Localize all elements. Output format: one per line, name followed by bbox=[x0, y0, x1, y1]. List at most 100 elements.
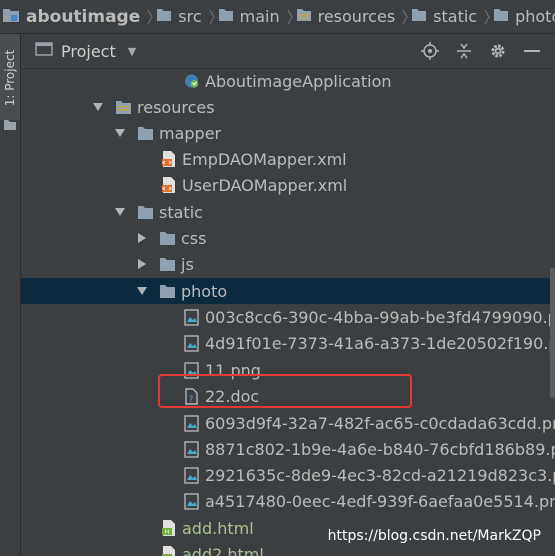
image-file-icon bbox=[183, 334, 200, 352]
image-file-icon bbox=[183, 361, 200, 379]
svg-text:?: ? bbox=[189, 395, 194, 405]
tree-item-image-file[interactable]: 003c8cc6-390c-4bba-99ab-be3fd4799090.png bbox=[21, 304, 555, 330]
breadcrumb-separator-icon bbox=[286, 0, 294, 33]
tree-item-image-file[interactable]: 2921635c-8de9-4ec3-82cd-a21219d823c3.png bbox=[21, 462, 555, 488]
image-file-icon bbox=[183, 466, 200, 484]
tree-item-image-file[interactable]: a4517480-0eec-4edf-939f-6aefaa0e5514.png bbox=[21, 488, 555, 514]
collapse-all-button[interactable] bbox=[453, 40, 475, 62]
collapsed-arrow-icon[interactable] bbox=[137, 233, 147, 243]
folder-icon bbox=[493, 7, 509, 26]
tree-item-label: static bbox=[159, 202, 203, 222]
tree-item-image-file[interactable]: 8871c802-1b9e-4a6e-b840-76cbfd186b89.png bbox=[21, 436, 555, 462]
tree-item-image-file[interactable]: 6093d9f4-32a7-482f-ac65-c0cdada63cdd.png bbox=[21, 410, 555, 436]
panel-title: Project bbox=[61, 41, 116, 61]
folder-icon bbox=[218, 7, 234, 26]
breadcrumb-item-photo[interactable]: photo bbox=[491, 0, 555, 33]
tree-item-userdaomapper-xml[interactable]: UserDAOMapper.xml bbox=[21, 172, 555, 198]
tree-item-label: mapper bbox=[159, 123, 222, 143]
tree-item-static[interactable]: static bbox=[21, 199, 555, 225]
watermark-text: https://blog.csdn.net/MarkZQP bbox=[325, 528, 543, 544]
breadcrumb-label: aboutimage bbox=[26, 6, 141, 27]
tree-item-label: resources bbox=[137, 97, 215, 117]
folder-icon bbox=[137, 125, 154, 142]
breadcrumb-separator-icon bbox=[208, 0, 216, 33]
breadcrumb-item-main[interactable]: main bbox=[216, 0, 286, 33]
html-file-icon: H bbox=[160, 546, 177, 556]
tree-item-label: 4d91f01e-7373-41a6-a373-1de20502f190.png bbox=[205, 333, 555, 353]
project-panel-header: Project ▼ bbox=[21, 34, 555, 69]
chevron-down-icon: ▼ bbox=[127, 44, 137, 58]
tree-item-aboutimage-application[interactable]: AboutimageApplication bbox=[21, 68, 555, 94]
tree-item-label: EmpDAOMapper.xml bbox=[182, 149, 347, 169]
resources-folder-icon bbox=[115, 99, 132, 116]
module-folder-icon bbox=[2, 7, 20, 27]
tree-item-empdaomapper-xml[interactable]: EmpDAOMapper.xml bbox=[21, 146, 555, 172]
tree-item-resources[interactable]: resources bbox=[21, 94, 555, 120]
tree-item-label: 8871c802-1b9e-4a6e-b840-76cbfd186b89.png bbox=[205, 439, 555, 459]
breadcrumb-separator-icon bbox=[401, 0, 409, 33]
tree-item-22-doc[interactable]: ? 22.doc bbox=[21, 383, 555, 409]
breadcrumb-label: src bbox=[178, 7, 202, 26]
html-file-icon: H bbox=[160, 520, 177, 537]
tree-item-label: js bbox=[181, 254, 194, 274]
tree-item-label: UserDAOMapper.xml bbox=[182, 175, 348, 195]
spring-boot-class-icon bbox=[183, 73, 200, 90]
tree-item-image-file[interactable]: 11.png bbox=[21, 357, 555, 383]
image-file-icon bbox=[183, 308, 200, 326]
xml-file-icon bbox=[160, 177, 177, 194]
image-file-icon bbox=[183, 440, 200, 458]
tree-item-image-file[interactable]: 4d91f01e-7373-41a6-a373-1de20502f190.png bbox=[21, 330, 555, 356]
folder-icon bbox=[156, 7, 172, 26]
project-file-tree: AboutimageApplication resources mapper E… bbox=[21, 68, 555, 556]
breadcrumb-label: main bbox=[239, 7, 280, 26]
project-window-icon bbox=[35, 41, 53, 61]
folder-icon bbox=[3, 116, 17, 135]
tree-item-label: 6093d9f4-32a7-482f-ac65-c0cdada63cdd.png bbox=[205, 413, 555, 433]
image-file-icon bbox=[183, 492, 200, 510]
folder-icon bbox=[159, 230, 176, 247]
breadcrumb-separator-icon bbox=[146, 0, 154, 33]
expanded-arrow-icon[interactable] bbox=[137, 286, 147, 296]
folder-icon bbox=[411, 7, 427, 26]
breadcrumb-item-resources[interactable]: resources bbox=[294, 0, 402, 33]
folder-icon bbox=[137, 204, 154, 221]
hide-panel-button[interactable] bbox=[521, 40, 543, 62]
breadcrumb-separator-icon bbox=[483, 0, 491, 33]
image-file-icon bbox=[183, 414, 200, 432]
vertical-scrollbar[interactable] bbox=[550, 268, 555, 398]
tree-item-label: AboutimageApplication bbox=[205, 71, 392, 91]
tree-item-label: add.html bbox=[182, 518, 254, 538]
tree-item-photo[interactable]: photo bbox=[21, 278, 555, 304]
tree-item-label: add2.html bbox=[182, 544, 264, 556]
tree-item-mapper[interactable]: mapper bbox=[21, 120, 555, 146]
xml-file-icon bbox=[160, 151, 177, 168]
navigation-breadcrumb: aboutimage src main resources static pho… bbox=[0, 0, 555, 34]
expanded-arrow-icon[interactable] bbox=[115, 128, 125, 138]
crosshair-icon bbox=[421, 42, 439, 60]
tree-item-label: css bbox=[181, 228, 207, 248]
expanded-arrow-icon[interactable] bbox=[115, 207, 125, 217]
breadcrumb-item-aboutimage[interactable]: aboutimage bbox=[0, 0, 146, 33]
tree-item-label: 003c8cc6-390c-4bba-99ab-be3fd4799090.png bbox=[205, 307, 555, 327]
breadcrumb-item-static[interactable]: static bbox=[409, 0, 483, 33]
collapsed-arrow-icon[interactable] bbox=[137, 259, 147, 269]
tree-item-label: photo bbox=[181, 281, 228, 301]
svg-text:H: H bbox=[164, 529, 169, 536]
breadcrumb-label: photo bbox=[515, 7, 555, 26]
tree-item-label: a4517480-0eec-4edf-939f-6aefaa0e5514.png bbox=[205, 491, 555, 511]
project-view-selector[interactable]: Project ▼ bbox=[35, 41, 136, 61]
tree-item-js[interactable]: js bbox=[21, 251, 555, 277]
expanded-arrow-icon[interactable] bbox=[93, 102, 103, 112]
tree-item-label: 2921635c-8de9-4ec3-82cd-a21219d823c3.png bbox=[205, 465, 555, 485]
tree-item-css[interactable]: css bbox=[21, 225, 555, 251]
unknown-file-icon: ? bbox=[183, 387, 200, 405]
resources-folder-icon bbox=[296, 7, 312, 26]
settings-button[interactable] bbox=[487, 40, 509, 62]
gear-icon bbox=[491, 44, 505, 58]
breadcrumb-item-src[interactable]: src bbox=[154, 0, 207, 33]
folder-icon bbox=[159, 283, 176, 300]
tree-item-label: 22.doc bbox=[205, 386, 260, 406]
folder-icon bbox=[159, 256, 176, 273]
breadcrumb-label: resources bbox=[317, 7, 396, 26]
locate-file-button[interactable] bbox=[419, 40, 441, 62]
